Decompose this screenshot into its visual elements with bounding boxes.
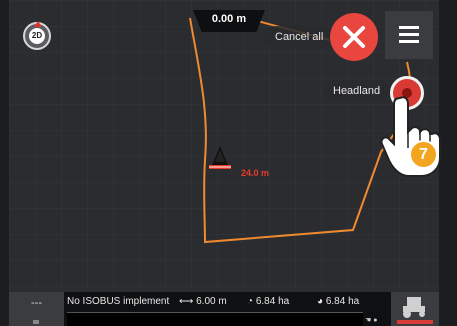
status-track <box>67 312 363 326</box>
width-arrows-icon: ⟷ <box>179 296 194 307</box>
area-counter-1: ◔ 6.84 ha <box>247 296 290 307</box>
implement-status-bar <box>397 320 433 324</box>
cancel-all-label[interactable]: Cancel all <box>265 26 334 48</box>
view-mode-label: 2D <box>29 28 45 44</box>
implement-label: No ISOBUS implement <box>67 296 170 307</box>
distance-readout: 0.00 m <box>193 10 265 32</box>
status-bar: --- No ISOBUS implement ⟷ 6.00 m ◔ 6.84 … <box>9 292 439 326</box>
area-icon: ◔ <box>247 296 254 307</box>
left-slot-button[interactable]: --- <box>9 292 64 326</box>
hand-small-icon: ☚ ● <box>365 317 378 324</box>
menu-button[interactable] <box>385 11 433 59</box>
area-icon-2: ◕ <box>317 296 324 307</box>
cancel-all-button[interactable] <box>330 13 378 61</box>
pointing-hand-icon <box>380 96 441 177</box>
area-counter-2: ◕ 6.84 ha <box>317 296 360 307</box>
vehicle-distance-label: 24.0 m <box>241 168 269 178</box>
tractor-button[interactable] <box>391 292 439 326</box>
view-mode-button[interactable]: 2D <box>23 21 51 50</box>
hamburger-icon <box>399 26 419 29</box>
close-icon <box>343 26 365 48</box>
working-width: ⟷ 6.00 m <box>179 296 227 307</box>
compass-needle-icon <box>34 21 42 27</box>
step-number-badge: 7 <box>409 140 438 169</box>
left-slot-label: --- <box>31 297 42 309</box>
tractor-icon <box>403 297 425 318</box>
guidance-screen: 24.0 m 2D 0.00 m Cancel all Headland 7 -… <box>0 0 457 326</box>
